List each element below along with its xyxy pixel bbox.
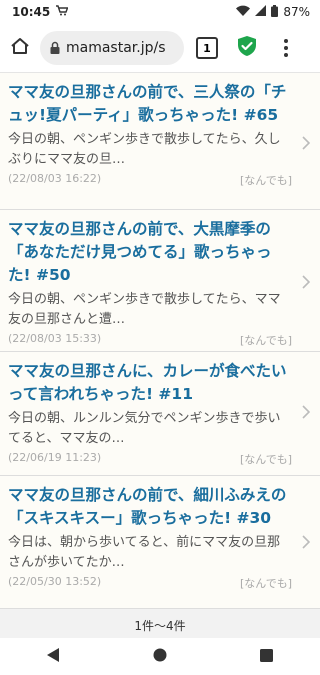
article-title[interactable]: ママ友の旦那さんの前で、細川ふみえの「スキスキスー」歌っちゃった! #30 (8, 484, 292, 530)
shield-check-icon (237, 35, 257, 61)
article-title[interactable]: ママ友の旦那さんの前で、大黒摩季の「あなただけ見つめてる」歌っちゃった! #50 (8, 218, 292, 287)
back-triangle-icon (46, 647, 60, 667)
article-title[interactable]: ママ友の旦那さんの前で、三人祭の「チュッ!夏パーティ」歌っちゃった! #65 (8, 81, 292, 127)
back-button[interactable] (33, 642, 73, 672)
more-menu-button[interactable] (276, 36, 296, 60)
recents-square-icon (260, 647, 274, 666)
cart-icon (56, 5, 69, 19)
article-meta: (22/08/03 16:22) [なんでも] (8, 172, 292, 194)
article-card[interactable]: ママ友の旦那さんに、カレーが食べたいって言われちゃった! #11 今日の朝、ルン… (0, 352, 320, 476)
chevron-right-icon (302, 534, 312, 549)
browser-toolbar: mamastar.jp/s 1 (0, 24, 320, 73)
article-meta: (22/05/30 13:52) [なんでも] (8, 575, 292, 597)
status-time: 10:45 (12, 5, 51, 19)
chevron-right-icon (302, 135, 312, 150)
recents-button[interactable] (247, 642, 287, 672)
shield-button[interactable] (236, 36, 258, 60)
battery-icon (271, 4, 279, 20)
tab-count: 1 (203, 41, 211, 55)
home-circle-icon (153, 647, 167, 666)
article-excerpt: 今日の朝、ペンギン歩きで散歩してたら、久しぶりにママ友の旦… (8, 132, 281, 167)
article-card[interactable]: ママ友の旦那さんの前で、大黒摩季の「あなただけ見つめてる」歌っちゃった! #50… (0, 210, 320, 352)
article-date: (22/08/03 16:22) (8, 172, 102, 185)
article-meta: (22/08/03 15:33) [なんでも] (8, 332, 292, 354)
article-list: ママ友の旦那さんの前で、三人祭の「チュッ!夏パーティ」歌っちゃった! #65 今… (0, 73, 320, 638)
article-category: [なんでも] (239, 174, 292, 187)
url-bar[interactable]: mamastar.jp/s (40, 31, 184, 65)
article-card[interactable]: ママ友の旦那さんの前で、細川ふみえの「スキスキスー」歌っちゃった! #30 今日… (0, 476, 320, 609)
article-date: (22/05/30 13:52) (8, 575, 102, 588)
home-nav-button[interactable] (140, 642, 180, 672)
article-date: (22/08/03 15:33) (8, 332, 102, 345)
lock-icon (50, 39, 60, 58)
chevron-right-icon (302, 274, 312, 289)
article-card[interactable]: ママ友の旦那さんの前で、三人祭の「チュッ!夏パーティ」歌っちゃった! #65 今… (0, 73, 320, 210)
signal-icon (255, 5, 267, 19)
article-excerpt: 今日の朝、ルンルン気分でペンギン歩きで歩いてると、ママ友の… (8, 411, 281, 446)
home-icon (10, 37, 30, 59)
pagination-count: 1件〜4件 (134, 619, 186, 633)
chevron-right-icon (302, 404, 312, 419)
system-nav-bar (0, 638, 320, 675)
status-bar: 10:45 87% (0, 0, 320, 24)
article-excerpt: 今日の朝、ペンギン歩きで散歩してたら、ママ友の旦那さんと遭… (8, 292, 281, 327)
tab-switcher-button[interactable]: 1 (196, 37, 218, 59)
more-vert-icon (284, 39, 288, 43)
battery-percent: 87% (283, 5, 310, 19)
article-date: (22/06/19 11:23) (8, 451, 102, 464)
wifi-icon (236, 5, 251, 19)
article-excerpt: 今日は、朝から歩いてると、前にママ友の旦那さんが歩いてたか… (8, 535, 281, 570)
article-category: [なんでも] (239, 577, 292, 590)
article-title[interactable]: ママ友の旦那さんに、カレーが食べたいって言われちゃった! #11 (8, 360, 292, 406)
home-button[interactable] (0, 24, 40, 72)
url-text: mamastar.jp/s (66, 40, 166, 56)
article-meta: (22/06/19 11:23) [なんでも] (8, 451, 292, 473)
article-category: [なんでも] (239, 334, 292, 347)
article-category: [なんでも] (239, 453, 292, 466)
